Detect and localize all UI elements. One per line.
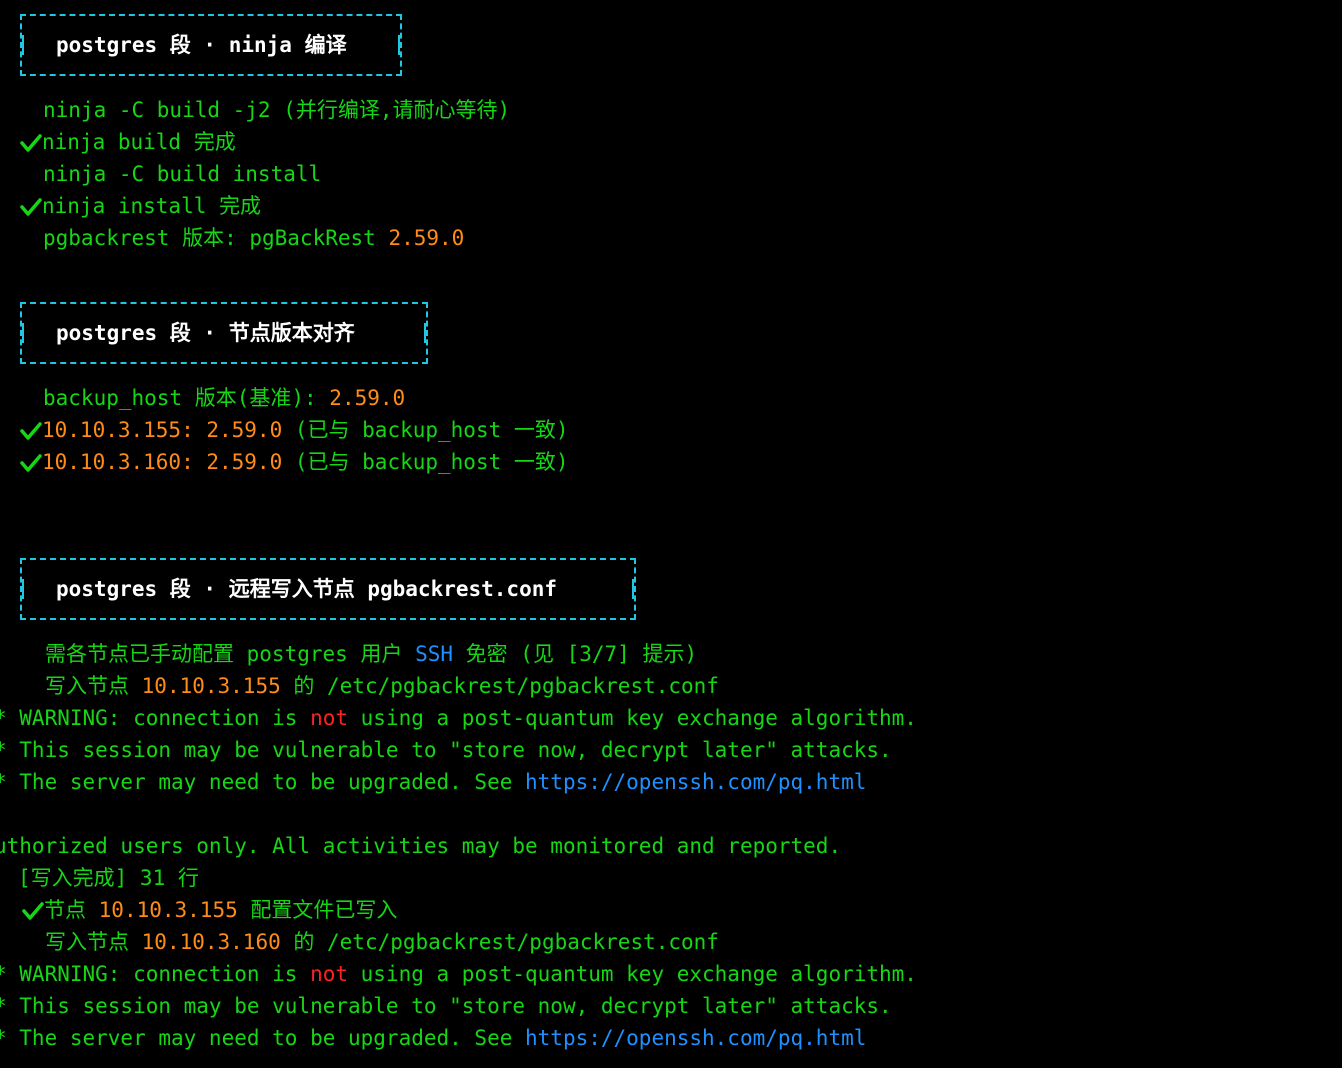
check-icon [20,419,42,441]
openssh-link[interactable]: https://openssh.com/pq.html [525,770,866,794]
check-icon [20,131,42,153]
section-header-remote-write: postgres 段 · 远程写入节点 pgbackrest.conf [20,558,636,620]
section-header-version: postgres 段 · 节点版本对齐 [20,302,428,364]
output-line: ninja install 完成 [20,190,261,222]
output-line: ninja build 完成 [20,126,236,158]
warning-line: * WARNING: connection is not using a pos… [0,706,917,730]
warning-line: * The server may need to be upgraded. Se… [0,1026,867,1050]
output-line: pgbackrest 版本: pgBackRest 2.59.0 [43,226,465,250]
output-line: 写入节点 10.10.3.160 的 /etc/pgbackrest/pgbac… [45,930,719,954]
section-title: postgres 段 · ninja 编译 [56,33,347,57]
section-title: postgres 段 · 远程写入节点 pgbackrest.conf [56,577,558,601]
output-line: [写入完成] 31 行 [18,866,199,890]
section-title: postgres 段 · 节点版本对齐 [56,321,355,345]
output-line: 写入节点 10.10.3.155 的 /etc/pgbackrest/pgbac… [45,674,719,698]
banner-line: uthorized users only. All activities may… [0,834,842,858]
check-icon [20,195,42,217]
section-header-ninja: postgres 段 · ninja 编译 [20,14,402,76]
warning-line: * This session may be vulnerable to "sto… [0,994,892,1018]
output-line: 需各节点已手动配置 postgres 用户 SSH 免密 (见 [3/7] 提示… [45,642,698,666]
check-icon [22,899,44,921]
output-line: 10.10.3.155: 2.59.0 (已与 backup_host 一致) [20,414,569,446]
output-line: 10.10.3.160: 2.59.0 (已与 backup_host 一致) [20,446,569,478]
output-line: backup_host 版本(基准): 2.59.0 [43,386,406,410]
output-line: 节点 10.10.3.155 配置文件已写入 [22,894,397,926]
warning-line: * WARNING: connection is not using a pos… [0,962,917,986]
warning-line: * This session may be vulnerable to "sto… [0,738,892,762]
warning-line: * The server may need to be upgraded. Se… [0,770,867,794]
check-icon [20,451,42,473]
output-line: ninja -C build -j2 (并行编译,请耐心等待) [43,98,511,122]
output-line: ninja -C build install [43,162,322,186]
terminal-output: postgres 段 · ninja 编译 ninja -C build -j2… [0,0,1342,1068]
openssh-link[interactable]: https://openssh.com/pq.html [525,1026,866,1050]
